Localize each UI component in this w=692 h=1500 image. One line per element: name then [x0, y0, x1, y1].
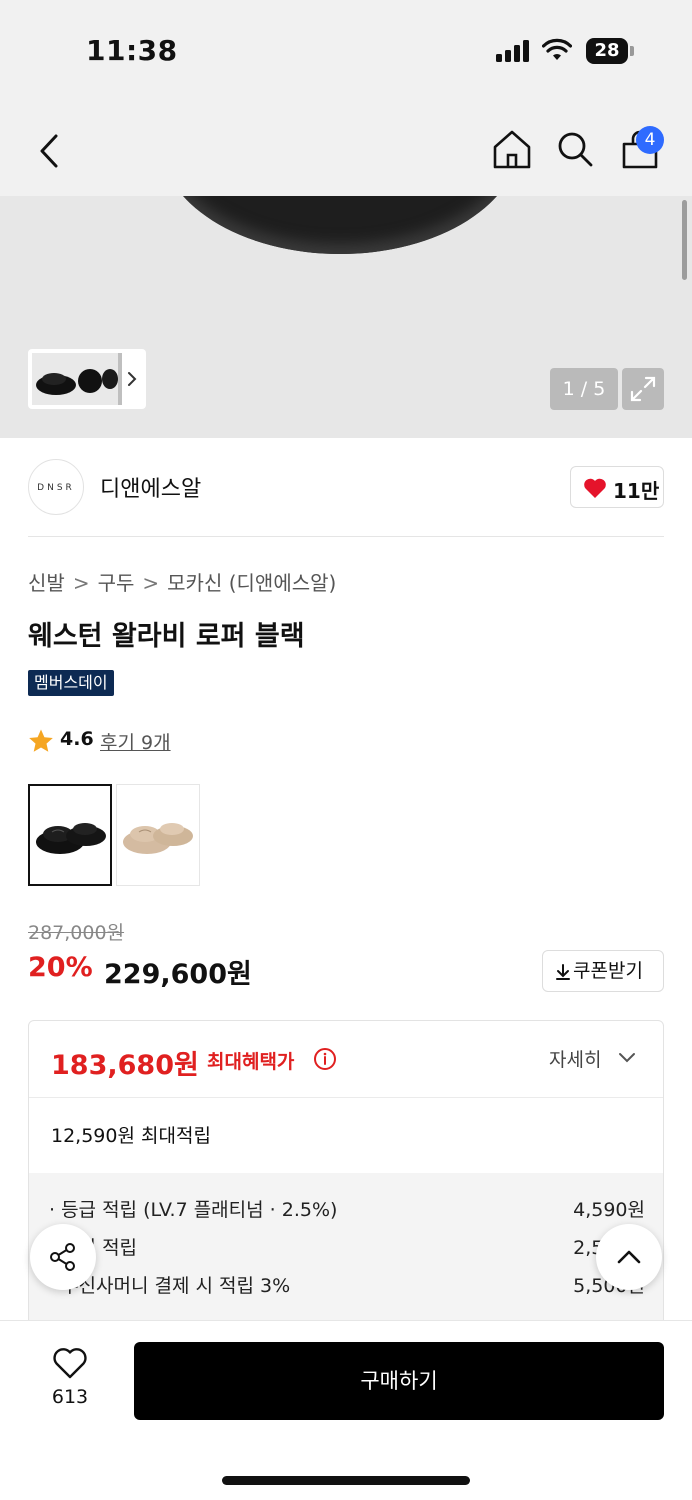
product-main-image — [160, 196, 520, 254]
rating-score: 4.6 — [60, 728, 94, 750]
breadcrumb-item[interactable]: 모카신 (디앤에스알) — [167, 571, 336, 595]
image-counter: 1 / 5 — [550, 368, 618, 410]
sale-price: 229,600원 — [104, 959, 252, 990]
cellular-signal-icon — [496, 40, 532, 62]
scroll-to-top-button[interactable] — [596, 1224, 662, 1290]
heart-outline-icon[interactable] — [52, 1346, 88, 1380]
brand-like-count: 11만 — [613, 479, 660, 503]
chevron-down-icon — [619, 1053, 635, 1063]
points-row-label: · 등급 적립 (LV.7 플래티넘 · 2.5%) — [49, 1199, 338, 1221]
original-price: 287,000원 — [28, 922, 125, 944]
battery-tip — [630, 46, 634, 56]
coupon-download-button[interactable]: 쿠폰받기 — [542, 950, 664, 992]
points-row: · 무신사머니 결제 시 적립 3% 5,500원 — [49, 1271, 645, 1301]
divider — [28, 536, 664, 537]
wish-count: 613 — [51, 1386, 89, 1408]
breadcrumb-separator-icon: > — [142, 571, 160, 595]
breadcrumb-item[interactable]: 구두 — [98, 571, 135, 595]
back-arrow-icon[interactable] — [34, 130, 66, 172]
scrollbar[interactable] — [682, 200, 687, 280]
thumbnail-strip-button[interactable] — [28, 349, 146, 409]
chevron-up-icon — [617, 1250, 641, 1264]
expand-icon — [630, 376, 656, 402]
benefit-detail-label: 자세히 — [549, 1049, 602, 1071]
home-indicator — [222, 1476, 470, 1485]
thumbnail-image — [32, 353, 118, 405]
heart-icon — [584, 478, 606, 498]
max-points-summary: 12,590원 최대적립 — [51, 1125, 211, 1147]
color-option-beige[interactable] — [116, 784, 200, 886]
max-benefit-label: 최대혜택가 — [207, 1051, 295, 1073]
product-title: 웨스턴 왈라비 로퍼 블랙 — [28, 621, 305, 652]
breadcrumb: 신발 > 구두 > 모카신 (디앤에스알) — [28, 567, 336, 596]
status-bar: 11:38 28 — [0, 0, 692, 100]
event-badge: 멤버스데이 — [28, 670, 114, 696]
download-icon — [556, 964, 570, 980]
benefit-detail-toggle[interactable]: 자세히 — [549, 1045, 635, 1072]
wifi-icon — [542, 38, 572, 60]
breadcrumb-item[interactable]: 신발 — [28, 571, 65, 595]
benefit-panel: 183,680원 최대혜택가 자세히 12,590원 최대적립 · 등급 적립 … — [28, 1020, 664, 1340]
points-row: · 후기 적립 2,500원 — [49, 1233, 645, 1263]
chevron-right-icon — [128, 372, 137, 386]
info-icon[interactable] — [313, 1047, 337, 1071]
points-breakdown: · 등급 적립 (LV.7 플래티넘 · 2.5%) 4,590원 · 후기 적… — [29, 1173, 663, 1339]
share-button[interactable] — [30, 1224, 96, 1290]
coupon-button-label: 쿠폰받기 — [573, 960, 643, 982]
points-row: · 등급 적립 (LV.7 플래티넘 · 2.5%) 4,590원 — [49, 1195, 645, 1225]
star-icon — [29, 729, 53, 752]
share-icon — [50, 1243, 75, 1271]
divider — [29, 1097, 663, 1098]
option-image — [123, 823, 193, 854]
expand-button[interactable] — [622, 368, 664, 410]
points-row-value: 4,590원 — [573, 1199, 645, 1221]
max-benefit-price: 183,680원 — [51, 1050, 199, 1081]
cart-count-badge: 4 — [636, 126, 664, 154]
buy-button[interactable]: 구매하기 — [134, 1342, 664, 1420]
discount-rate: 20% — [28, 952, 93, 983]
option-image — [36, 823, 106, 854]
search-icon[interactable] — [556, 130, 594, 168]
color-option-black[interactable] — [28, 784, 112, 886]
home-icon[interactable] — [492, 128, 532, 170]
breadcrumb-separator-icon: > — [72, 571, 90, 595]
brand-name[interactable]: 디앤에스알 — [100, 471, 201, 503]
product-image-gallery[interactable]: 1 / 5 — [0, 196, 692, 438]
review-link[interactable]: 후기 9개 — [100, 728, 171, 755]
battery-icon: 28 — [586, 38, 628, 64]
brand-logo[interactable]: DNSR — [28, 459, 84, 515]
status-time: 11:38 — [86, 34, 178, 67]
brand-like-button[interactable]: 11만 — [570, 466, 664, 508]
